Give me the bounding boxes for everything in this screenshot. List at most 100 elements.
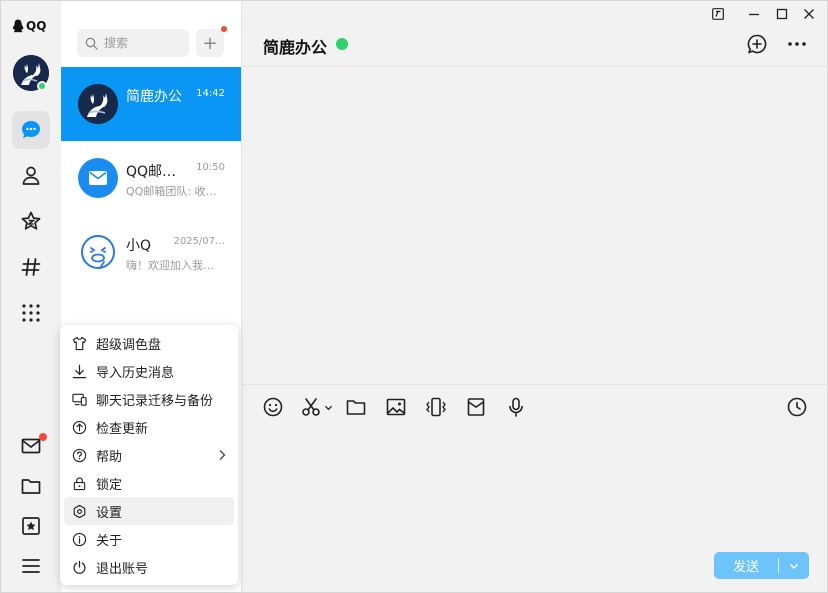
chat-time: 10:50 <box>196 162 225 173</box>
star-icon <box>21 211 41 230</box>
xiaoq-mascot-icon <box>81 235 115 269</box>
chevron-down-icon <box>789 563 799 569</box>
menu-item-label: 聊天记录迁移与备份 <box>96 393 214 409</box>
contacts-button[interactable] <box>12 156 50 194</box>
help-icon <box>72 448 87 462</box>
apps-button[interactable] <box>12 294 50 332</box>
red-packet-button[interactable] <box>463 395 489 419</box>
messages-button[interactable] <box>12 111 50 149</box>
chat-item-qqmail[interactable]: QQ邮… 10:50 QQ邮箱团队: 收… <box>61 141 241 215</box>
screenshot-button[interactable] <box>300 395 336 419</box>
power-icon <box>73 560 86 574</box>
left-rail: QQ <box>1 1 61 592</box>
menu-item-label: 设置 <box>96 505 123 521</box>
chat-item-xiaoq[interactable]: 小Q 2025/07… 嗨！欢迎加入我… <box>61 215 241 289</box>
menu-item-theme[interactable]: 超级调色盘 <box>64 329 234 357</box>
online-status-dot <box>37 81 47 91</box>
search-box[interactable] <box>77 29 189 57</box>
search-input[interactable] <box>104 36 184 50</box>
close-button[interactable] <box>799 5 819 23</box>
tshirt-icon <box>72 336 87 350</box>
menu-item-about[interactable]: 关于 <box>64 525 234 553</box>
menu-item-lock[interactable]: 锁定 <box>64 469 234 497</box>
bookmark-star-icon <box>22 517 40 535</box>
menu-item-logout[interactable]: 退出账号 <box>64 553 234 581</box>
menu-item-import-history[interactable]: 导入历史消息 <box>64 357 234 385</box>
image-icon <box>386 398 406 416</box>
chat-preview: QQ邮箱团队: 收… <box>126 185 217 198</box>
online-status-dot <box>336 38 348 50</box>
send-image-button[interactable] <box>383 395 409 419</box>
minimize-button[interactable] <box>744 5 764 23</box>
files-button[interactable] <box>12 467 50 505</box>
envelope-icon <box>89 171 107 185</box>
folder-icon <box>346 400 366 415</box>
main-menu-popup: 超级调色盘 导入历史消息 聊天记录迁移与备份 检查更新 帮助 锁定 设置 关于 … <box>60 325 238 585</box>
chat-avatar-jianlu <box>78 84 118 124</box>
menu-item-label: 帮助 <box>96 449 123 465</box>
chat-name: QQ邮… <box>126 164 177 180</box>
more-options-button[interactable] <box>785 32 809 56</box>
maximize-button[interactable] <box>772 5 792 23</box>
chat-header: 简鹿办公 <box>242 1 828 67</box>
red-envelope-icon <box>467 398 485 416</box>
send-options-button[interactable] <box>779 561 809 571</box>
upgrade-icon <box>72 420 87 434</box>
menu-item-label: 关于 <box>96 533 123 549</box>
qq-window: QQ 搜索 + 简鹿办公 14:42 QQ邮… 10:50 QQ邮箱团队: 收…… <box>0 0 828 593</box>
chevron-down-icon <box>324 405 333 410</box>
app-logo: QQ <box>12 19 46 33</box>
minimize-icon <box>749 13 759 16</box>
start-group-chat-button[interactable] <box>745 32 769 56</box>
deer-logo-icon <box>78 84 118 124</box>
channels-button[interactable] <box>12 248 50 286</box>
chat-avatar-qqmail <box>78 158 118 198</box>
chat-title: 简鹿办公 <box>263 38 328 57</box>
menu-item-label: 导入历史消息 <box>96 365 175 381</box>
qq-penguin-icon <box>12 19 24 33</box>
pin-window-icon <box>712 8 724 20</box>
close-icon <box>804 9 814 19</box>
menu-item-label: 退出账号 <box>96 561 149 577</box>
chat-item-jianlu[interactable]: 简鹿办公 14:42 <box>61 67 241 141</box>
menu-item-label: 锁定 <box>96 477 123 493</box>
menu-item-check-update[interactable]: 检查更新 <box>64 413 234 441</box>
menu-item-help[interactable]: 帮助 <box>64 441 234 469</box>
chat-history-button[interactable] <box>784 395 810 419</box>
grid-dots-icon <box>22 304 40 322</box>
hashtag-icon <box>21 258 41 276</box>
chat-add-icon <box>747 34 767 54</box>
menu-item-settings[interactable]: 设置 <box>64 497 234 525</box>
zone-button[interactable] <box>12 202 50 240</box>
pin-window-button[interactable] <box>708 5 728 23</box>
devices-icon <box>72 393 87 406</box>
menu-item-migrate-backup[interactable]: 聊天记录迁移与备份 <box>64 385 234 413</box>
app-name: QQ <box>26 19 47 33</box>
hamburger-menu-icon <box>22 559 40 573</box>
clock-icon <box>787 397 807 417</box>
favorites-button[interactable] <box>12 507 50 545</box>
scissors-icon <box>302 398 320 416</box>
info-icon <box>72 532 87 546</box>
chat-time: 2025/07… <box>173 236 225 247</box>
download-icon <box>72 364 87 378</box>
send-button[interactable]: 发送 <box>714 556 778 575</box>
main-menu-button[interactable] <box>12 547 50 585</box>
maximize-icon <box>776 8 788 20</box>
shake-button[interactable] <box>423 395 449 419</box>
chat-time: 14:42 <box>196 88 225 99</box>
menu-item-label: 检查更新 <box>96 421 149 437</box>
chat-name: 简鹿办公 <box>126 89 182 105</box>
add-button-badge <box>221 26 227 32</box>
chat-bubble-icon <box>22 121 40 138</box>
add-button[interactable]: + <box>196 29 224 57</box>
more-horizontal-icon <box>788 42 806 46</box>
person-icon <box>22 166 40 185</box>
lock-icon <box>73 476 86 490</box>
mail-unread-badge <box>39 433 47 441</box>
settings-hexagon-icon <box>73 504 86 518</box>
send-file-button[interactable] <box>343 395 369 419</box>
emoji-button[interactable] <box>260 395 286 419</box>
folder-icon <box>21 479 41 494</box>
voice-button[interactable] <box>503 395 529 419</box>
